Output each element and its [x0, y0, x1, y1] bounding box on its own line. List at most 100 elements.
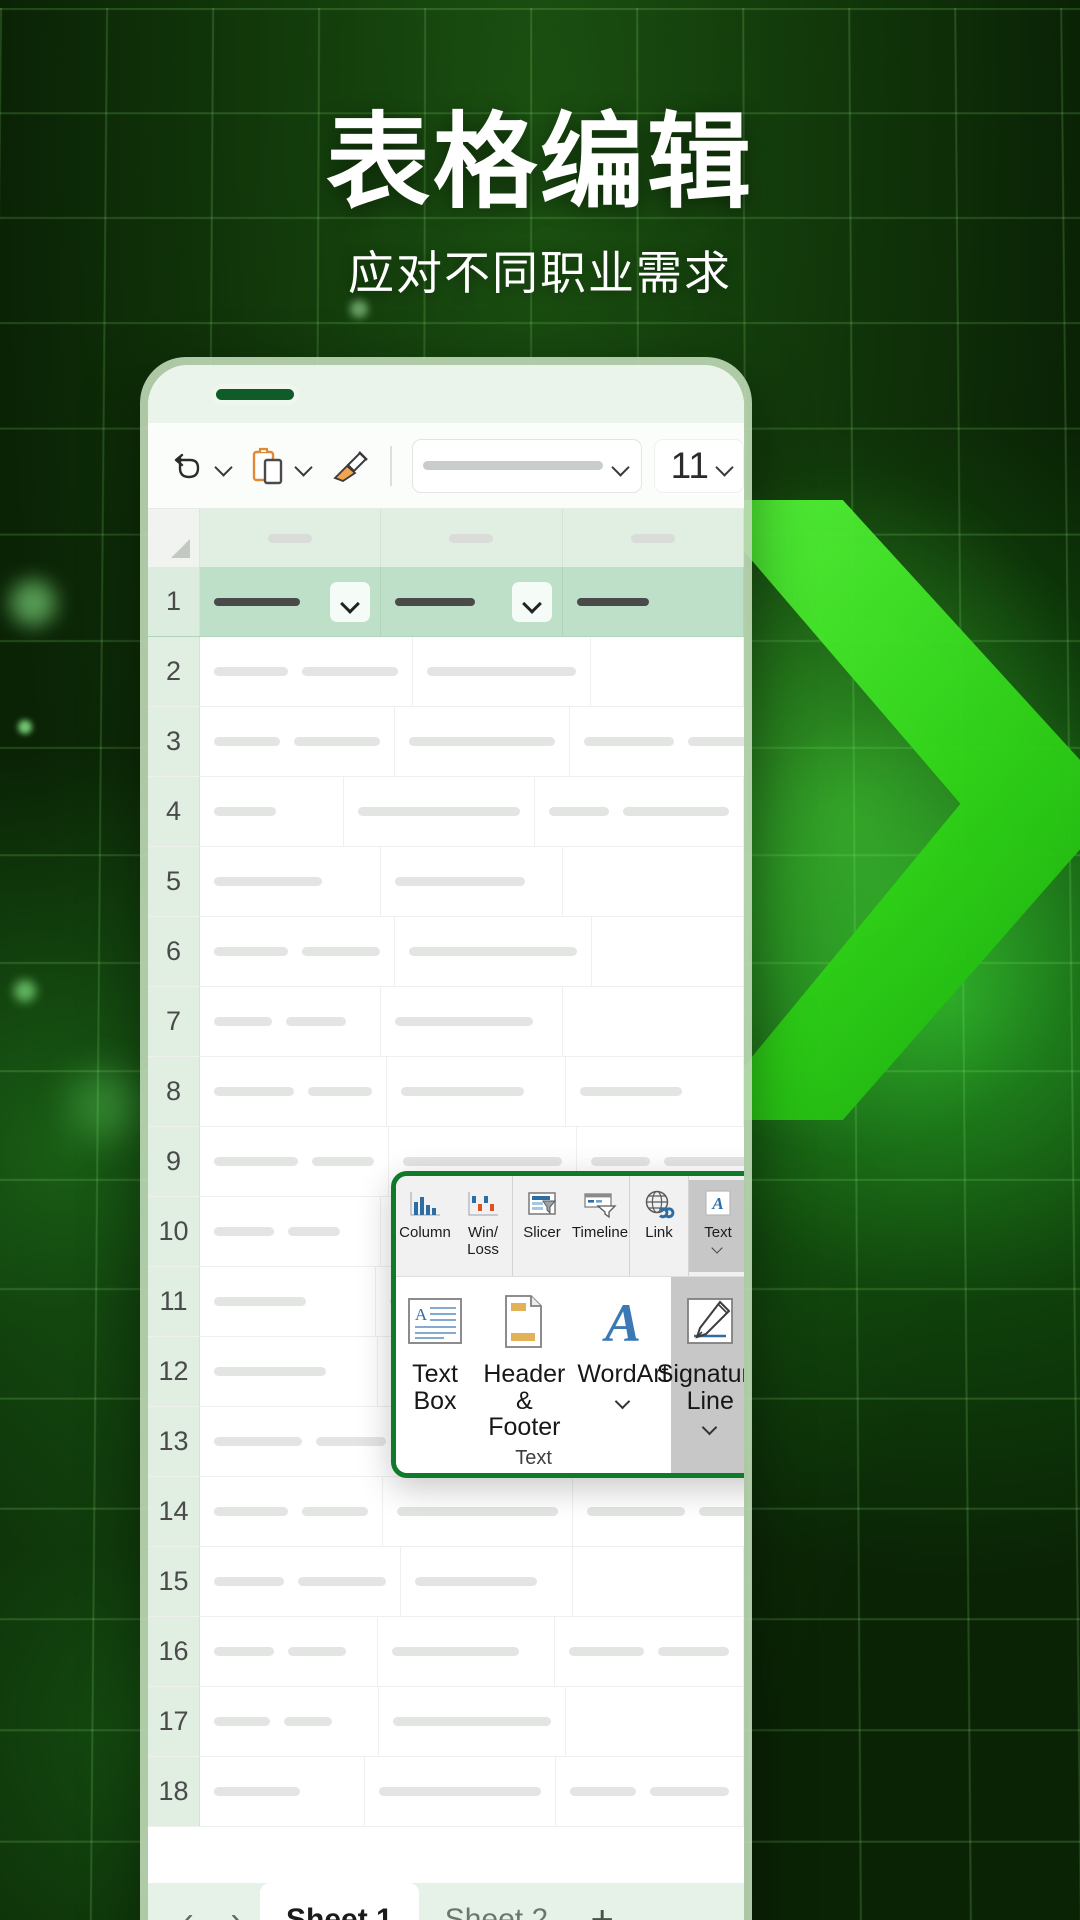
- row-number[interactable]: 15: [148, 1547, 200, 1616]
- row-number[interactable]: 9: [148, 1127, 200, 1196]
- table-row[interactable]: 7: [148, 987, 744, 1057]
- table-cell[interactable]: [570, 707, 744, 776]
- row-number[interactable]: 6: [148, 917, 200, 986]
- table-cell[interactable]: [573, 1477, 744, 1546]
- row-number[interactable]: 18: [148, 1757, 200, 1826]
- table-cell[interactable]: [200, 847, 382, 916]
- sheet-tab-1[interactable]: Sheet 1: [260, 1883, 419, 1920]
- row-number[interactable]: 4: [148, 777, 200, 846]
- table-cell[interactable]: [200, 1197, 382, 1266]
- table-cell[interactable]: [344, 777, 535, 846]
- chevron-down-icon[interactable]: [214, 456, 234, 476]
- table-row[interactable]: 5: [148, 847, 744, 917]
- dropdown-item-signature-line[interactable]: Signature Line: [657, 1277, 744, 1473]
- insert-ribbon-popup[interactable]: Column Win/ Loss Slicer Timeline Link A …: [391, 1171, 744, 1478]
- table-cell[interactable]: [379, 1687, 566, 1756]
- chevron-down-icon[interactable]: [712, 1244, 724, 1251]
- font-size-field[interactable]: 11: [653, 438, 744, 493]
- chevron-down-icon[interactable]: [615, 1396, 632, 1405]
- table-cell[interactable]: [401, 1547, 573, 1616]
- table-row[interactable]: 15: [148, 1547, 744, 1617]
- table-cell[interactable]: [395, 707, 570, 776]
- row-number[interactable]: 5: [148, 847, 200, 916]
- chevron-left-icon[interactable]: ‹: [164, 1883, 212, 1920]
- table-cell[interactable]: [556, 1757, 744, 1826]
- table-row[interactable]: 2: [148, 637, 744, 707]
- table-cell[interactable]: [365, 1757, 556, 1826]
- select-all-triangle-icon[interactable]: [148, 509, 200, 567]
- table-cell[interactable]: [200, 1127, 389, 1196]
- undo-button[interactable]: [170, 447, 234, 485]
- table-cell[interactable]: [413, 637, 591, 706]
- column-header-cell[interactable]: [200, 509, 382, 567]
- table-cell[interactable]: [200, 1617, 378, 1686]
- column-header-cell[interactable]: [563, 509, 744, 567]
- table-cell[interactable]: [200, 917, 395, 986]
- table-row[interactable]: 6: [148, 917, 744, 987]
- row-number[interactable]: 3: [148, 707, 200, 776]
- row-number[interactable]: 17: [148, 1687, 200, 1756]
- table-row[interactable]: 8: [148, 1057, 744, 1127]
- column-filter-button[interactable]: [330, 581, 371, 622]
- table-row[interactable]: 4: [148, 777, 744, 847]
- row-number[interactable]: 11: [148, 1267, 200, 1336]
- table-cell[interactable]: [200, 777, 344, 846]
- column-header-cell[interactable]: [381, 509, 563, 567]
- table-cell[interactable]: [535, 777, 744, 846]
- ribbon-item-timeline[interactable]: Timeline: [571, 1180, 629, 1272]
- table-row[interactable]: 14: [148, 1477, 744, 1547]
- sheet-tab-2[interactable]: Sheet 2: [419, 1883, 574, 1920]
- table-cell[interactable]: [200, 987, 382, 1056]
- table-cell[interactable]: [573, 1547, 744, 1616]
- table-cell[interactable]: [381, 987, 563, 1056]
- table-cell[interactable]: [200, 1057, 387, 1126]
- table-row[interactable]: 16: [148, 1617, 744, 1687]
- row-number[interactable]: 8: [148, 1057, 200, 1126]
- table-cell[interactable]: [555, 1617, 744, 1686]
- chevron-down-icon[interactable]: [702, 1422, 719, 1431]
- table-cell[interactable]: [200, 1547, 401, 1616]
- table-cell[interactable]: [383, 1477, 573, 1546]
- table-cell[interactable]: [200, 637, 413, 706]
- table-cell[interactable]: [381, 847, 563, 916]
- ribbon-item-link[interactable]: Link: [630, 1180, 688, 1272]
- dropdown-item-text-box[interactable]: A Text Box: [396, 1277, 474, 1447]
- table-cell[interactable]: [387, 1057, 566, 1126]
- table-cell[interactable]: [592, 917, 744, 986]
- table-cell[interactable]: [395, 917, 592, 986]
- chevron-down-icon[interactable]: [611, 456, 631, 476]
- table-cell[interactable]: [591, 637, 744, 706]
- table-cell[interactable]: [563, 567, 744, 636]
- table-cell[interactable]: [563, 847, 744, 916]
- spreadsheet-grid[interactable]: 1 2 3 4 5 6 7 8 9 10 11 12 13 14 15 16 17 18: [148, 509, 744, 1891]
- paste-button[interactable]: [250, 446, 314, 486]
- dropdown-item-wordart[interactable]: A WordArt: [575, 1277, 671, 1447]
- font-name-field[interactable]: [411, 438, 642, 493]
- table-cell[interactable]: [200, 707, 395, 776]
- table-cell[interactable]: [200, 1267, 376, 1336]
- chevron-down-icon[interactable]: [294, 456, 314, 476]
- chevron-down-icon[interactable]: [715, 456, 735, 476]
- table-cell[interactable]: [381, 567, 563, 636]
- table-row[interactable]: 3: [148, 707, 744, 777]
- table-row[interactable]: 17: [148, 1687, 744, 1757]
- add-sheet-button[interactable]: +: [574, 1883, 630, 1920]
- column-filter-button[interactable]: [511, 581, 552, 622]
- table-row[interactable]: 18: [148, 1757, 744, 1827]
- table-row[interactable]: 1: [148, 567, 744, 637]
- table-cell[interactable]: [566, 1687, 744, 1756]
- row-number[interactable]: 1: [148, 567, 200, 636]
- row-number[interactable]: 16: [148, 1617, 200, 1686]
- table-cell[interactable]: [200, 1407, 401, 1476]
- format-painter-button[interactable]: [330, 447, 370, 485]
- row-number[interactable]: 13: [148, 1407, 200, 1476]
- ribbon-item-column[interactable]: Column: [396, 1180, 454, 1272]
- table-cell[interactable]: [200, 567, 382, 636]
- dropdown-item-header-footer[interactable]: Header & Footer: [474, 1277, 575, 1447]
- chevron-right-icon[interactable]: ›: [212, 1883, 260, 1920]
- row-number[interactable]: 7: [148, 987, 200, 1056]
- ribbon-item-slicer[interactable]: Slicer: [513, 1180, 571, 1272]
- ribbon-item-win-loss[interactable]: Win/ Loss: [454, 1180, 512, 1272]
- table-cell[interactable]: [200, 1337, 378, 1406]
- row-number[interactable]: 12: [148, 1337, 200, 1406]
